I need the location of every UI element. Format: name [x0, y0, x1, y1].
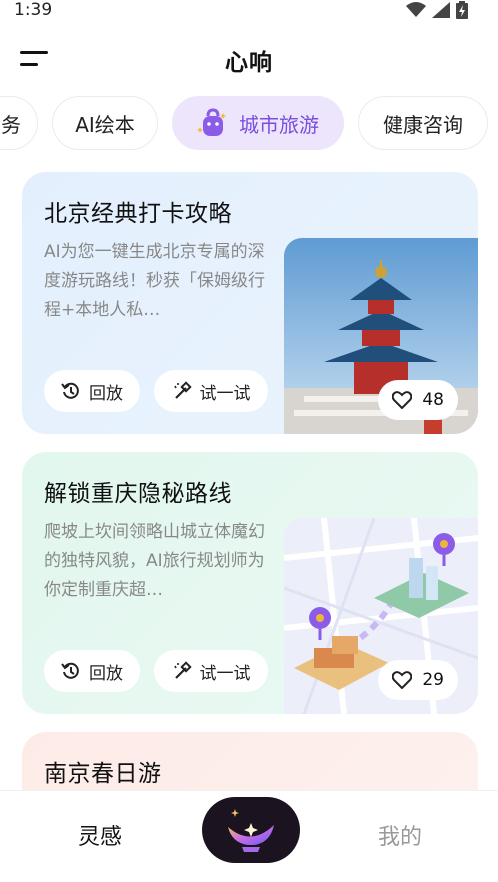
nav-label: 我的 — [378, 825, 423, 850]
like-counter[interactable]: 29 — [378, 660, 458, 700]
tab-health-consult[interactable]: 健康咨询 — [358, 96, 488, 150]
page-title: 心响 — [225, 50, 273, 76]
replay-label: 回放 — [89, 663, 123, 684]
nav-mine[interactable]: 我的 — [378, 819, 422, 851]
tab-label: 城市旅游 — [239, 112, 319, 137]
nav-label: 灵感 — [78, 825, 123, 850]
tab-label: 务 — [1, 112, 21, 137]
card-description: AI为您一键生成北京专属的深度游玩路线！秒获「保姆级行程+本地人私… — [44, 242, 265, 320]
replay-button[interactable]: 回放 — [44, 650, 140, 692]
card-title: 南京春日游 — [44, 761, 162, 787]
backpack-icon — [197, 108, 226, 136]
try-button[interactable]: 试一试 — [154, 370, 268, 412]
magic-wand-icon — [173, 661, 192, 679]
status-bar: 1:39 — [0, 0, 498, 26]
bottom-navigation: 灵感 我的 — [0, 790, 498, 882]
signal-icon — [432, 2, 450, 18]
category-tabs: 务 AI绘本 城市旅游 健康咨询 — [0, 96, 498, 152]
try-button[interactable]: 试一试 — [154, 650, 268, 692]
card-title: 解锁重庆隐秘路线 — [44, 481, 232, 507]
replay-icon — [61, 662, 79, 679]
status-time: 1:39 — [14, 0, 53, 20]
card-description: 爬坡上坎间领略山城立体魔幻的独特风貌，AI旅行规划师为你定制重庆超… — [44, 522, 265, 600]
heart-icon — [392, 391, 413, 409]
tab-city-travel[interactable]: 城市旅游 — [172, 96, 344, 150]
tab-ai-picture-book[interactable]: AI绘本 — [52, 96, 158, 150]
card-title: 北京经典打卡攻略 — [44, 201, 232, 227]
wifi-icon — [406, 2, 426, 17]
try-label: 试一试 — [199, 383, 251, 404]
tab-partial[interactable]: 务 — [0, 96, 38, 150]
tab-label: AI绘本 — [75, 112, 135, 137]
app-header: 心响 — [0, 28, 498, 88]
like-counter[interactable]: 48 — [378, 380, 458, 420]
replay-button[interactable]: 回放 — [44, 370, 140, 412]
heart-icon — [392, 671, 413, 689]
magic-lamp-icon — [228, 809, 274, 852]
story-card[interactable]: 解锁重庆隐秘路线 爬坡上坎间领略山城立体魔幻的独特风貌，AI旅行规划师为你定制重… — [22, 452, 478, 714]
tab-label: 健康咨询 — [383, 112, 463, 137]
replay-icon — [61, 382, 79, 399]
replay-label: 回放 — [89, 383, 123, 404]
try-label: 试一试 — [199, 663, 251, 684]
battery-icon — [456, 1, 468, 19]
like-count: 29 — [422, 670, 444, 690]
nav-inspiration[interactable]: 灵感 — [78, 819, 122, 851]
story-card[interactable]: 北京经典打卡攻略 AI为您一键生成北京专属的深度游玩路线！秒获「保姆级行程+本地… — [22, 172, 478, 434]
magic-lamp-button[interactable] — [202, 797, 300, 863]
like-count: 48 — [422, 390, 444, 410]
status-icons — [406, 1, 468, 19]
magic-wand-icon — [173, 381, 192, 399]
